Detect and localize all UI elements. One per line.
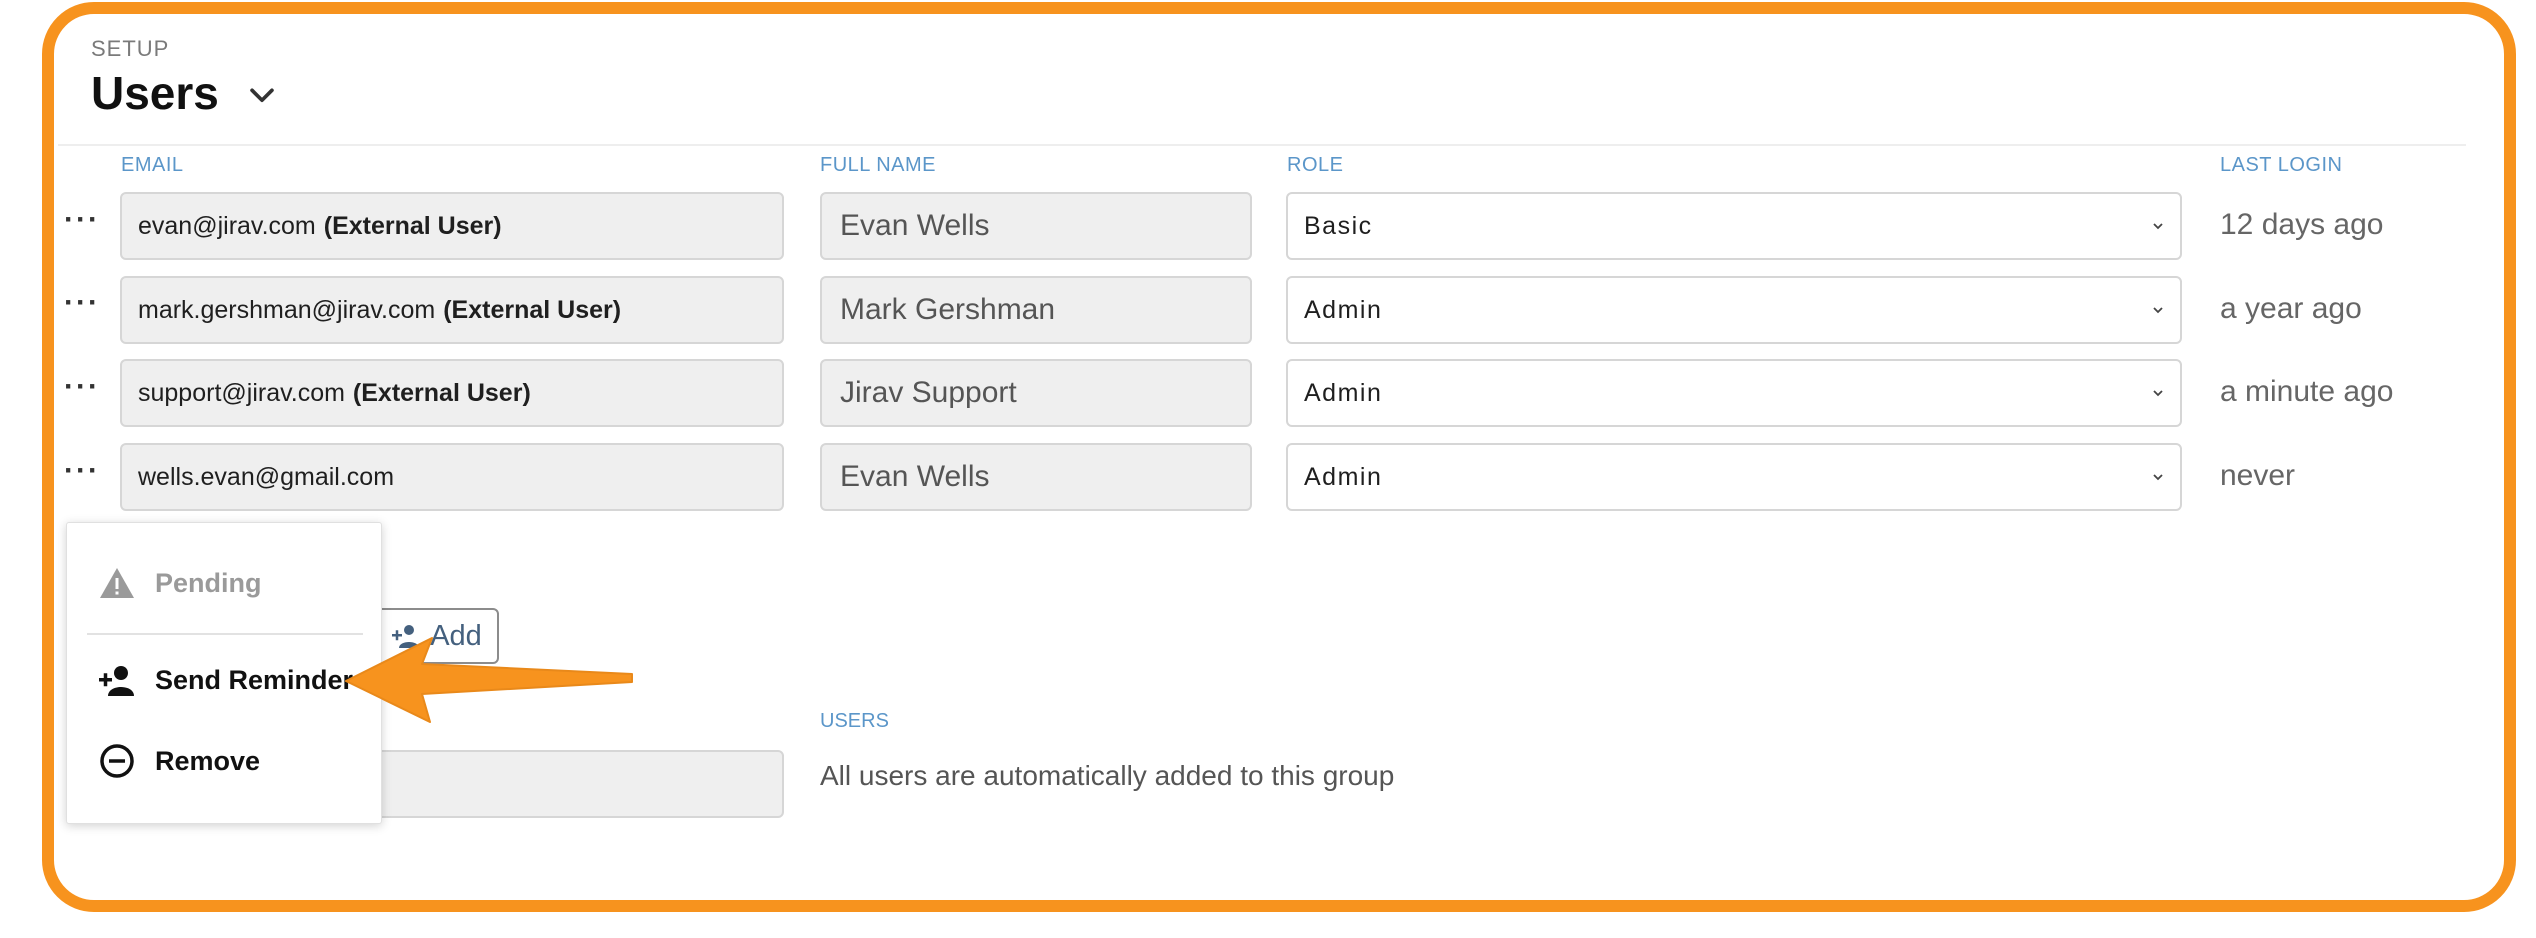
email-value: mark.gershman@jirav.com [138, 295, 436, 324]
full-name-field[interactable]: Jirav Support [820, 359, 1252, 427]
user-context-menu: Pending Send Reminder Remove [66, 522, 382, 824]
warning-icon [100, 568, 134, 598]
role-value: Admin [1304, 378, 1383, 407]
email-value: evan@jirav.com [138, 211, 316, 240]
page-title: Users [91, 67, 219, 119]
row-menu-button[interactable]: ··· [64, 372, 100, 402]
external-user-tag: (External User) [323, 211, 502, 240]
email-value: support@jirav.com [138, 378, 345, 407]
last-login-value: never [2220, 459, 2296, 492]
menu-item-remove[interactable]: Remove [97, 741, 260, 781]
last-login-value: a minute ago [2220, 375, 2394, 408]
column-header-full-name: FULL NAME [820, 154, 937, 176]
full-name-field[interactable]: Mark Gershman [820, 276, 1252, 344]
column-header-email: EMAIL [121, 154, 184, 176]
minus-circle-icon [100, 744, 134, 778]
chevron-down-icon [2153, 223, 2163, 230]
role-value: Admin [1304, 295, 1383, 324]
email-field[interactable]: evan@jirav.com (External User) [120, 192, 784, 260]
column-header-last-login: LAST LOGIN [2220, 154, 2343, 176]
role-select[interactable]: Basic [1286, 192, 2182, 260]
email-field[interactable]: wells.evan@gmail.com [120, 443, 784, 511]
role-select[interactable]: Admin [1286, 276, 2182, 344]
chevron-down-icon [2153, 474, 2163, 481]
chevron-down-icon[interactable] [245, 79, 279, 113]
annotation-arrow [345, 637, 633, 723]
full-name-field[interactable]: Evan Wells [820, 443, 1252, 511]
last-login-value: a year ago [2220, 292, 2362, 325]
column-header-role: ROLE [1287, 154, 1344, 176]
breadcrumb: SETUP [91, 36, 170, 61]
header-divider [58, 144, 2466, 146]
menu-divider [87, 633, 363, 635]
add-user-icon [99, 666, 134, 696]
row-menu-button[interactable]: ··· [64, 205, 100, 235]
email-value: wells.evan@gmail.com [138, 462, 395, 491]
role-select[interactable]: Admin [1286, 359, 2182, 427]
role-value: Admin [1304, 462, 1383, 491]
menu-pending-label: Pending [155, 567, 262, 598]
column-header-users: USERS [820, 710, 889, 732]
chevron-down-icon [2153, 390, 2163, 397]
menu-remove-label: Remove [155, 745, 261, 776]
group-note: All users are automatically added to thi… [820, 760, 1395, 791]
external-user-tag: (External User) [443, 295, 622, 324]
menu-status-pending: Pending [97, 563, 262, 603]
menu-send-reminder-label: Send Reminder [155, 664, 354, 695]
email-field[interactable]: mark.gershman@jirav.com (External User) [120, 276, 784, 344]
email-field[interactable]: support@jirav.com (External User) [120, 359, 784, 427]
row-menu-button[interactable]: ··· [64, 456, 100, 486]
page-title-dropdown[interactable]: Users [91, 66, 279, 120]
full-name-field[interactable]: Evan Wells [820, 192, 1252, 260]
row-menu-button[interactable]: ··· [64, 288, 100, 318]
role-select[interactable]: Admin [1286, 443, 2182, 511]
menu-item-send-reminder[interactable]: Send Reminder [97, 660, 353, 700]
role-value: Basic [1304, 211, 1373, 240]
last-login-value: 12 days ago [2220, 208, 2384, 241]
external-user-tag: (External User) [352, 378, 531, 407]
chevron-down-icon [2153, 307, 2163, 314]
